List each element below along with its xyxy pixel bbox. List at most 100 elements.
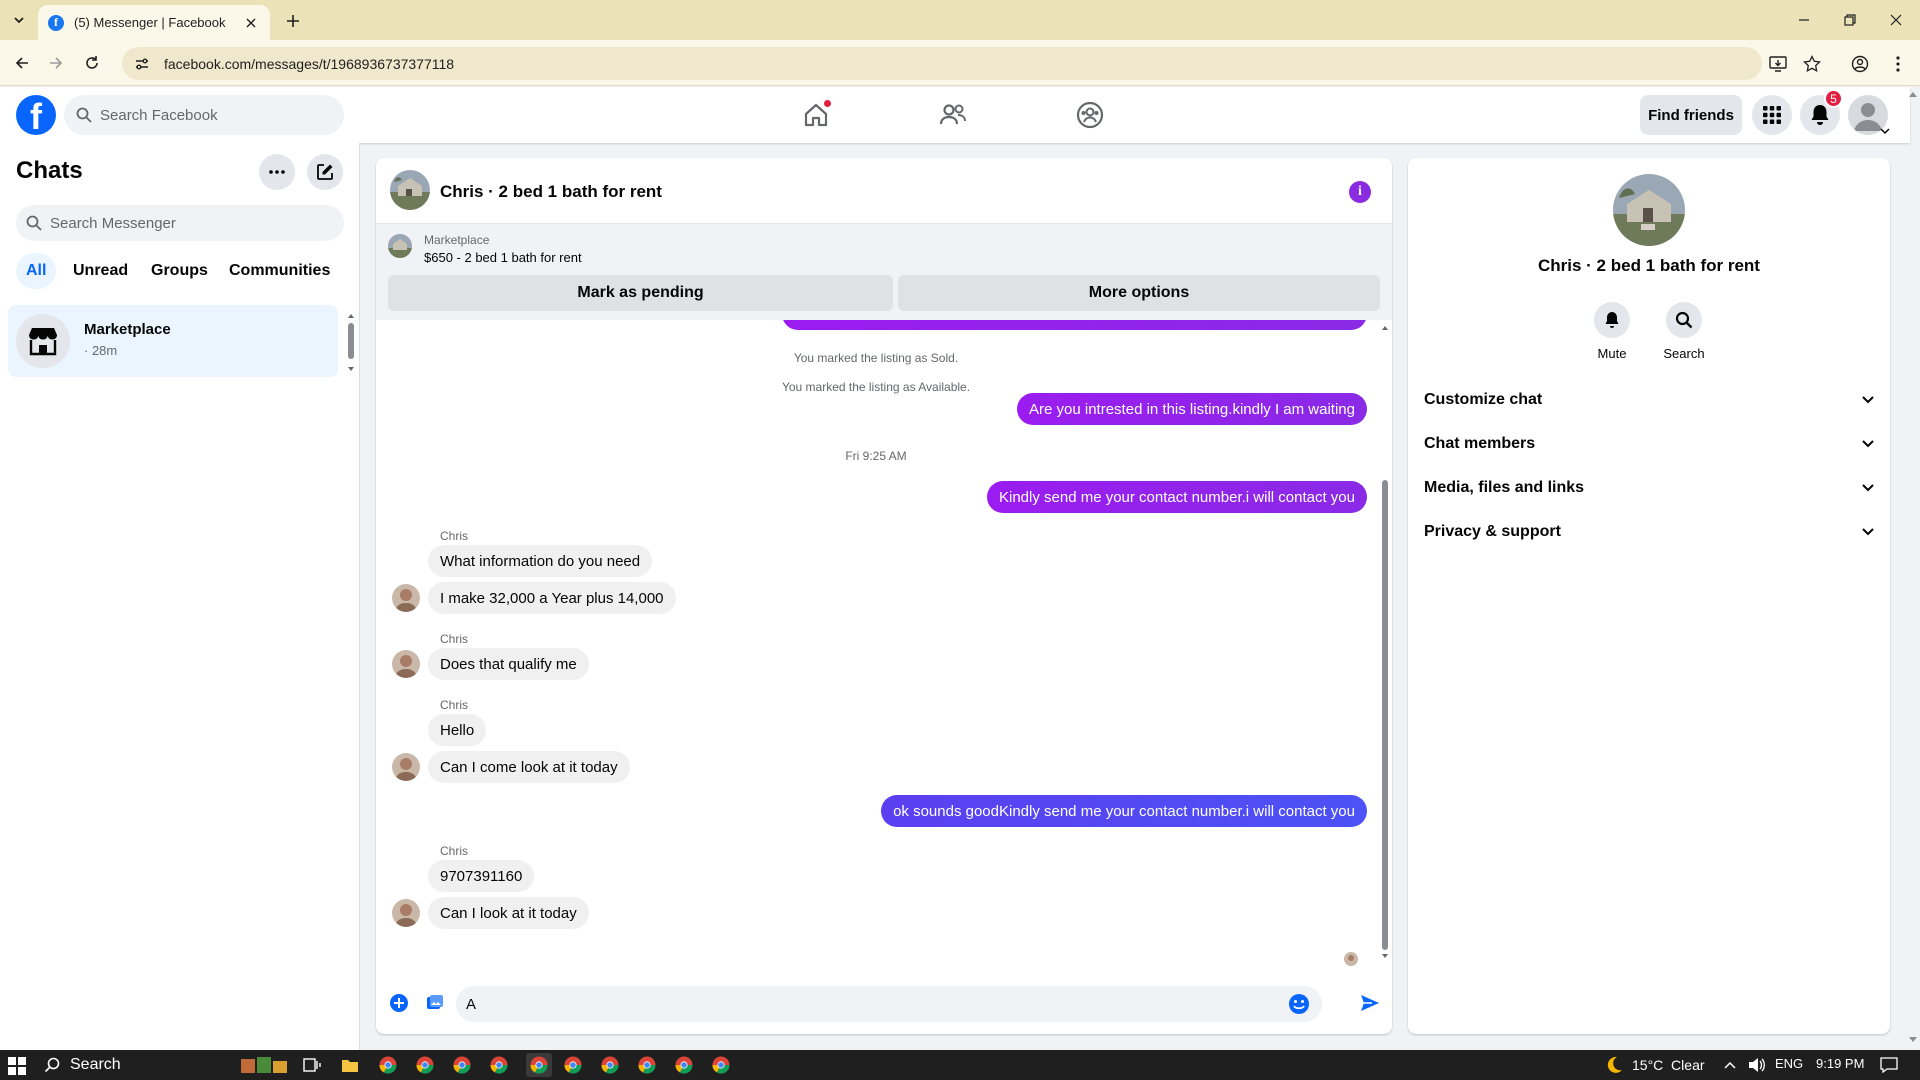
chat-members-section[interactable]: Chat members [1416,422,1882,466]
page-scroll-up-icon[interactable] [1908,90,1918,98]
message-bubble-outgoing[interactable]: Kindly send me your contact number.i wil… [986,481,1367,513]
chrome-app-icon[interactable] [711,1055,731,1075]
message-input-box[interactable] [456,986,1322,1022]
facebook-search-input[interactable] [100,106,320,124]
message-bubble-outgoing[interactable]: ok sounds goodKindly send me your contac… [881,795,1367,827]
conversation-avatar[interactable] [390,170,430,210]
windows-taskbar: Search 15°C Clear ENG 9:19 PM [0,1050,1920,1080]
notification-center-icon[interactable] [1880,1057,1898,1073]
message-bubble-incoming[interactable]: I make 32,000 a Year plus 14,000 [428,582,676,614]
new-message-icon[interactable] [307,154,343,190]
tray-chevron-up-icon[interactable] [1724,1060,1736,1070]
taskbar-weather[interactable]: 15°C Clear [1604,1055,1705,1075]
chrome-app-icon[interactable] [378,1055,398,1075]
listing-thumbnail[interactable] [388,234,412,258]
message-scrollbar[interactable] [1379,320,1391,966]
sender-avatar[interactable] [392,753,420,781]
message-bubble-outgoing[interactable]: Are you intrested in this listing.kindly… [1017,393,1367,425]
file-explorer-icon[interactable] [340,1055,360,1075]
chevron-down-icon [1862,528,1874,536]
message-bubble-incoming[interactable]: Hello [428,714,487,746]
message-bubble-incoming[interactable]: 9707391160 [428,860,535,892]
chevron-down-icon [1862,396,1874,404]
windows-start-icon[interactable] [8,1057,26,1075]
address-bar[interactable]: facebook.com/messages/t/1968936737377118 [122,47,1762,80]
browser-menu-icon[interactable] [1888,54,1908,74]
conversation-title[interactable]: Chris · 2 bed 1 bath for rent [440,182,662,202]
media-files-links-section[interactable]: Media, files and links [1416,466,1882,510]
close-window-icon[interactable] [1884,8,1908,32]
site-settings-icon[interactable] [134,56,150,72]
bookmark-star-icon[interactable] [1802,54,1822,74]
more-options-button[interactable]: More options [898,275,1380,311]
sidebar-scrollbar[interactable] [346,313,356,373]
chrome-app-icon[interactable] [600,1055,620,1075]
chat-list-item[interactable]: Marketplace · 28m [8,305,338,377]
taskbar-search[interactable]: Search [44,1054,234,1076]
info-panel-avatar[interactable] [1613,174,1685,246]
message-bubble-outgoing[interactable] [782,320,1367,330]
message-bubble-incoming[interactable]: What information do you need [428,545,653,577]
messenger-search[interactable] [16,205,344,241]
more-options-icon[interactable] [259,154,295,190]
minimize-window-icon[interactable] [1792,8,1816,32]
add-attachment-icon[interactable] [388,992,410,1014]
chrome-app-icon[interactable] [452,1055,472,1075]
gallery-icon[interactable] [424,992,446,1014]
language-indicator[interactable]: ENG [1775,1056,1803,1071]
sender-avatar[interactable] [392,650,420,678]
chrome-app-icon[interactable] [674,1055,694,1075]
message-input[interactable] [466,995,1286,1013]
message-bubble-incoming[interactable]: Can I look at it today [428,897,589,929]
taskbar-clock[interactable]: 9:19 PM [1816,1056,1864,1071]
conversation-info-icon[interactable]: i [1349,181,1371,203]
widgets-icon[interactable] [240,1055,290,1075]
mute-action[interactable]: Mute [1582,302,1642,361]
message-bubble-incoming[interactable]: Can I come look at it today [428,751,630,783]
chrome-app-icon[interactable] [489,1055,509,1075]
back-icon[interactable] [8,49,36,77]
profile-icon[interactable] [1850,54,1870,74]
friends-nav-icon[interactable] [935,97,971,133]
browser-tab[interactable]: f (5) Messenger | Facebook [38,5,270,40]
chrome-app-icon[interactable] [637,1055,657,1075]
menu-grid-icon[interactable] [1752,95,1792,135]
reload-icon[interactable] [78,49,106,77]
sender-avatar[interactable] [392,899,420,927]
home-nav-icon[interactable] [798,97,834,133]
mark-as-pending-button[interactable]: Mark as pending [388,275,893,311]
notifications-bell-icon[interactable]: 5 [1800,89,1843,135]
sender-avatar[interactable] [392,584,420,612]
account-chevron-icon[interactable] [1880,127,1890,135]
filter-tab-groups[interactable]: Groups [141,253,218,289]
tab-search-button[interactable] [6,9,32,31]
chrome-app-icon[interactable] [415,1055,435,1075]
send-icon[interactable] [1359,992,1381,1014]
speaker-icon[interactable] [1748,1057,1766,1073]
messenger-search-input[interactable] [50,214,330,232]
emoji-icon[interactable] [1288,993,1310,1015]
install-app-icon[interactable] [1768,54,1788,74]
chrome-app-icon-active[interactable] [526,1053,552,1077]
message-bubble-incoming[interactable]: Does that qualify me [428,648,589,680]
forward-icon[interactable] [42,49,70,77]
task-view-icon[interactable] [302,1055,322,1075]
mute-bell-icon[interactable] [1594,302,1630,338]
facebook-search[interactable] [64,95,344,135]
find-friends-button[interactable]: Find friends [1640,95,1742,135]
privacy-support-section[interactable]: Privacy & support [1416,510,1882,554]
search-icon[interactable] [1666,302,1702,338]
filter-tab-unread[interactable]: Unread [63,253,138,289]
close-tab-icon[interactable] [242,14,260,32]
facebook-logo-icon[interactable]: f [16,95,56,135]
groups-nav-icon[interactable] [1072,97,1108,133]
chrome-app-icon[interactable] [563,1055,583,1075]
filter-tab-communities[interactable]: Communities [219,253,340,289]
search-action[interactable]: Search [1654,302,1714,361]
customize-chat-section[interactable]: Customize chat [1416,378,1882,422]
new-tab-icon[interactable] [282,10,304,32]
restore-window-icon[interactable] [1838,8,1862,32]
listing-price-title[interactable]: $650 - 2 bed 1 bath for rent [424,250,582,265]
filter-tab-all[interactable]: All [16,253,57,289]
page-scroll-down-icon[interactable] [1908,1036,1918,1044]
